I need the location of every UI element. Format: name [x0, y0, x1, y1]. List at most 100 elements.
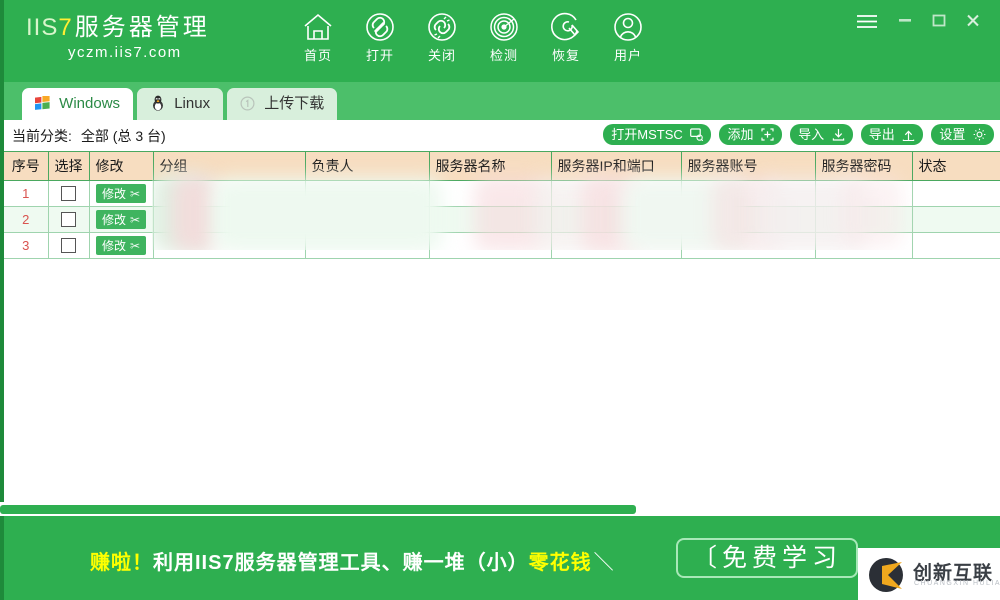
nav-label: 用户	[613, 48, 642, 63]
scissors-icon: ✂	[129, 239, 141, 253]
title-bar: IIS7服务器管理 yczm.iis7.com 首页 打开 关闭 检测 恢复 用…	[0, 0, 1000, 82]
app-window: IIS7服务器管理 yczm.iis7.com 首页 打开 关闭 检测 恢复 用…	[0, 0, 1000, 600]
table-row[interactable]: 2 修改 ✂	[4, 206, 1000, 233]
brand-url: yczm.iis7.com	[68, 44, 182, 61]
server-table: 序号 选择 修改 分组 负责人 服务器名称 服务器IP和端口 服务器账号 服务器…	[4, 151, 1000, 259]
cell-server-ip	[551, 206, 682, 233]
tab-windows[interactable]: Windows	[22, 88, 134, 120]
row-checkbox[interactable]	[61, 237, 76, 253]
cell-modify[interactable]: 修改 ✂	[89, 232, 154, 259]
table-body: 1 修改 ✂ 2 修改 ✂ 3 修改 ✂	[4, 180, 1000, 259]
scissors-icon: ✂	[129, 187, 141, 201]
col-server-name[interactable]: 服务器名称	[429, 151, 552, 181]
cell-server-ip	[551, 180, 682, 207]
tab-strip: Windows Linux 上传下载 全选 反选	[0, 82, 1000, 196]
row-checkbox[interactable]	[61, 211, 76, 227]
col-index[interactable]: 序号	[4, 151, 49, 181]
cell-select[interactable]	[48, 206, 90, 233]
import-label: 导入	[798, 127, 825, 142]
cell-modify[interactable]: 修改 ✂	[89, 206, 154, 233]
scissors-icon: ✂	[129, 213, 141, 227]
nav-icon-bar: 首页 打开 关闭 检测 恢复 用户	[287, 6, 659, 76]
window-controls	[832, 6, 992, 36]
promo-text: 赚啦！利用IIS7服务器管理工具、赚一堆（小）零花钱 ＼	[90, 546, 616, 575]
download-arrow-icon	[832, 129, 844, 141]
minimize-button[interactable]	[888, 6, 922, 36]
nav-label: 恢复	[551, 48, 580, 63]
nav-label: 关闭	[427, 48, 456, 63]
cell-modify[interactable]: 修改 ✂	[89, 180, 154, 207]
edit-button[interactable]: 修改 ✂	[95, 210, 147, 229]
col-server-password[interactable]: 服务器密码	[815, 151, 913, 181]
cell-status	[912, 232, 1000, 259]
import-button[interactable]: 导入	[790, 124, 853, 145]
maximize-button[interactable]	[922, 6, 956, 36]
user-icon	[597, 6, 659, 48]
nav-item-home[interactable]: 首页	[287, 6, 349, 64]
cell-server-account	[681, 180, 816, 207]
export-button[interactable]: 导出	[860, 124, 924, 145]
cell-server-name	[429, 180, 552, 207]
brand-logo: IIS7服务器管理 yczm.iis7.com	[26, 14, 210, 61]
free-study-button[interactable]: 〔免费学习	[676, 538, 859, 578]
open-mstsc-button[interactable]: 打开MSTSC	[603, 124, 712, 145]
cell-server-name	[429, 206, 552, 233]
plus-box-icon	[761, 128, 774, 141]
table-row[interactable]: 3 修改 ✂	[4, 232, 1000, 259]
nav-item-user[interactable]: 用户	[597, 6, 659, 64]
col-server-ip[interactable]: 服务器IP和端口	[551, 151, 682, 181]
close-button[interactable]	[956, 6, 990, 36]
cell-owner	[305, 180, 430, 207]
cell-owner	[305, 232, 430, 259]
cell-owner	[305, 206, 430, 233]
tab-upload-download[interactable]: 上传下载	[227, 88, 338, 120]
nav-item-restore[interactable]: 恢复	[535, 6, 597, 64]
row-checkbox[interactable]	[61, 185, 76, 201]
col-status[interactable]: 状态	[912, 151, 1000, 181]
current-category: 当前分类: 全部 (总 3 台)	[12, 126, 166, 146]
cell-server-password	[815, 232, 913, 259]
col-modify[interactable]: 修改	[89, 151, 154, 181]
col-server-account[interactable]: 服务器账号	[681, 151, 816, 181]
nav-label: 检测	[489, 48, 518, 63]
wrench-restore-icon	[535, 6, 597, 48]
col-select[interactable]: 选择	[48, 151, 90, 181]
table-row[interactable]: 1 修改 ✂	[4, 180, 1000, 207]
edit-button[interactable]: 修改 ✂	[95, 184, 147, 203]
brand-rest-text: 服务器管理	[74, 14, 210, 41]
col-owner[interactable]: 负责人	[305, 151, 430, 181]
brand-seven-text: 7	[58, 14, 75, 41]
add-button[interactable]: 添加	[719, 124, 783, 145]
nav-item-detect[interactable]: 检测	[473, 6, 535, 64]
tab-linux[interactable]: Linux	[137, 88, 224, 120]
cell-select[interactable]	[48, 232, 90, 259]
promo-highlight-2: 零花钱	[528, 552, 592, 574]
tab-label: 上传下载	[264, 95, 325, 112]
tab-list: Windows Linux 上传下载	[22, 88, 341, 120]
settings-button[interactable]: 设置	[931, 124, 994, 145]
tab-label: Windows	[59, 95, 121, 112]
gear-icon	[973, 128, 986, 141]
cell-index: 2	[4, 206, 49, 233]
col-group[interactable]: 分组	[153, 151, 306, 181]
link-broken-icon	[411, 6, 473, 48]
promo-body: 利用IIS7服务器管理工具、赚一堆（小）	[153, 552, 529, 574]
menu-icon[interactable]	[850, 6, 884, 36]
remote-desktop-icon	[690, 128, 704, 142]
watermark-subtext: CHUANGXIN HULIAN	[914, 580, 1000, 587]
nav-item-open[interactable]: 打开	[349, 6, 411, 64]
cell-server-account	[681, 232, 816, 259]
cell-group	[153, 180, 306, 207]
cell-index: 3	[4, 232, 49, 259]
export-label: 导出	[868, 127, 895, 142]
cell-server-password	[815, 206, 913, 233]
cell-server-ip	[551, 232, 682, 259]
server-table-container: 序号 选择 修改 分组 负责人 服务器名称 服务器IP和端口 服务器账号 服务器…	[0, 151, 1000, 502]
circle-one-icon	[238, 94, 257, 120]
chuangxin-mark-icon	[866, 556, 908, 599]
brand-iis-text: IIS	[26, 14, 59, 41]
edit-button[interactable]: 修改 ✂	[95, 236, 147, 255]
cell-select[interactable]	[48, 180, 90, 207]
nav-item-close[interactable]: 关闭	[411, 6, 473, 64]
tab-label: Linux	[174, 95, 211, 112]
